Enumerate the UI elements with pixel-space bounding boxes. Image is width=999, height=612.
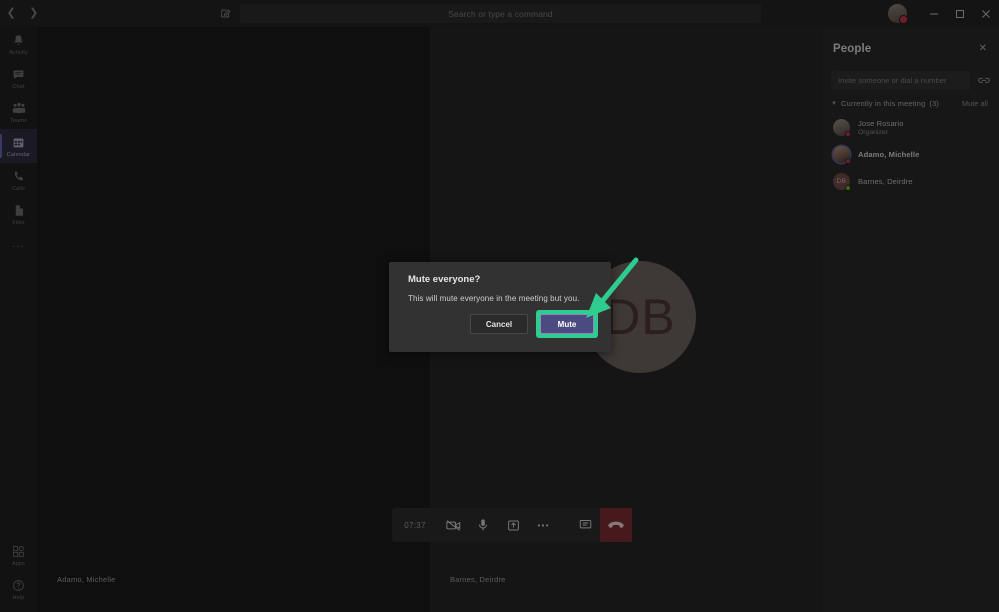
highlight-box: Mute bbox=[536, 310, 598, 338]
dialog-actions: Cancel Mute bbox=[470, 310, 598, 338]
mute-everyone-dialog: Mute everyone? This will mute everyone i… bbox=[389, 262, 611, 352]
dialog-title: Mute everyone? bbox=[408, 274, 481, 285]
mute-confirm-button[interactable]: Mute bbox=[540, 314, 594, 334]
cancel-button[interactable]: Cancel bbox=[470, 314, 528, 334]
dialog-body-text: This will mute everyone in the meeting b… bbox=[408, 294, 580, 303]
teams-meeting-window: ❮ ❯ Search or type a command Activity Ch… bbox=[0, 0, 999, 612]
